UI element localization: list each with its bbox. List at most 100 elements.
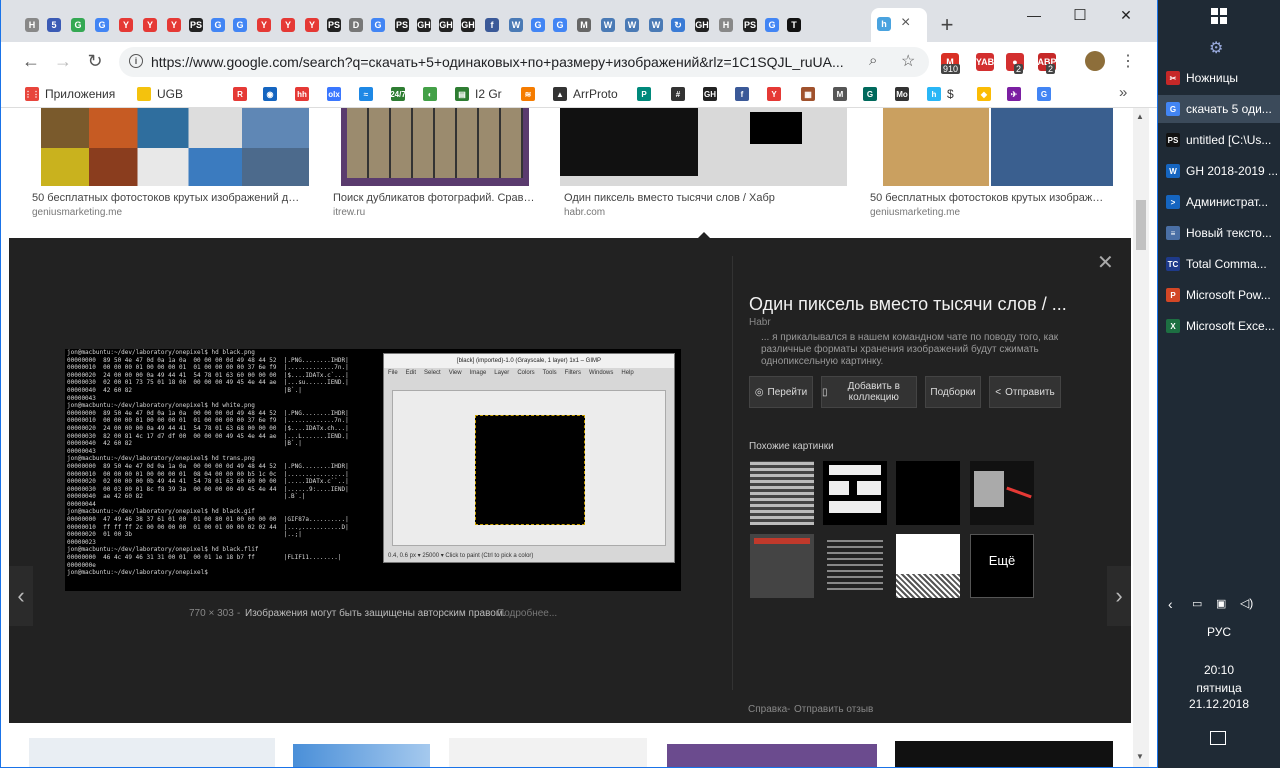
bookmark-item[interactable]: ✈: [1007, 86, 1027, 102]
visit-button[interactable]: ◎ Перейти: [749, 376, 813, 408]
bookmark-item[interactable]: ◆: [977, 86, 997, 102]
panel-title[interactable]: Один пиксель вместо тысячи слов / ...: [749, 294, 1079, 315]
similar-image[interactable]: [896, 461, 960, 525]
browser-tab[interactable]: H: [21, 14, 43, 36]
bookmark-item[interactable]: ▤ I2 Gr: [455, 86, 502, 102]
similar-image[interactable]: [750, 461, 814, 525]
browser-tab[interactable]: W: [645, 14, 667, 36]
browser-tab[interactable]: Y: [301, 14, 323, 36]
bookmark-item[interactable]: Mo: [895, 86, 915, 102]
taskbar-item[interactable]: ✂ Ножницы: [1158, 64, 1280, 92]
maximize-button[interactable]: ☐: [1069, 4, 1091, 26]
bookmark-item[interactable]: olx: [327, 86, 347, 102]
more-info-link[interactable]: Подробнее...: [497, 608, 557, 619]
info-icon[interactable]: i: [129, 54, 143, 68]
bookmark-item[interactable]: ▦: [801, 86, 821, 102]
clock-date[interactable]: 21.12.2018: [1158, 697, 1280, 711]
bookmark-item[interactable]: P: [637, 86, 657, 102]
browser-tab[interactable]: M: [573, 14, 595, 36]
browser-tab[interactable]: GH: [413, 14, 435, 36]
browser-tab[interactable]: PS: [391, 14, 413, 36]
result-thumbnail[interactable]: [449, 738, 647, 767]
result-thumbnail[interactable]: [883, 108, 1113, 186]
browser-tab[interactable]: G: [761, 14, 783, 36]
bookmark-item[interactable]: h $: [927, 86, 954, 102]
browser-tab[interactable]: G: [367, 14, 389, 36]
windows-start-icon[interactable]: [1211, 8, 1227, 24]
browser-tab[interactable]: PS: [739, 14, 761, 36]
browser-tab[interactable]: W: [505, 14, 527, 36]
result-thumbnail[interactable]: [29, 738, 275, 767]
taskbar-item[interactable]: > Администрат...: [1158, 188, 1280, 216]
bookmark-item[interactable]: UGB: [137, 86, 183, 102]
bookmark-item[interactable]: 🌡: [199, 86, 219, 102]
result-thumbnail[interactable]: [560, 108, 847, 186]
browser-tab[interactable]: W: [597, 14, 619, 36]
browser-tab[interactable]: Y: [163, 14, 185, 36]
browser-tab[interactable]: Y: [115, 14, 137, 36]
bookmark-item[interactable]: ▲ ArrProto: [553, 86, 618, 102]
similar-image[interactable]: [750, 534, 814, 598]
prev-image-button[interactable]: ‹: [9, 566, 33, 626]
browser-tab[interactable]: f: [481, 14, 503, 36]
bookmark-item[interactable]: ◉: [263, 86, 283, 102]
back-icon[interactable]: ←: [20, 50, 42, 72]
browser-tab[interactable]: G: [549, 14, 571, 36]
browser-tab[interactable]: Y: [139, 14, 161, 36]
language-indicator[interactable]: РУС: [1158, 625, 1280, 639]
close-panel-icon[interactable]: ✕: [1097, 250, 1114, 275]
browser-tab[interactable]: T: [783, 14, 805, 36]
taskbar-item[interactable]: TC Total Comma...: [1158, 250, 1280, 278]
bookmark-item[interactable]: f: [735, 86, 755, 102]
similar-image[interactable]: [970, 461, 1034, 525]
browser-tab[interactable]: D: [345, 14, 367, 36]
bookmark-item[interactable]: R: [233, 86, 253, 102]
share-button[interactable]: < Отправить: [989, 376, 1061, 408]
active-tab[interactable]: h ×: [871, 8, 927, 42]
preview-image[interactable]: jon@macbuntu:~/dev/laboratory/onepixel$ …: [65, 349, 681, 591]
result-thumbnail[interactable]: [895, 741, 1113, 767]
show-hidden-icons[interactable]: ‹: [1168, 596, 1173, 612]
bookmark-item[interactable]: 24/7: [390, 86, 411, 102]
taskbar-item[interactable]: ≡ Новый тексто...: [1158, 219, 1280, 247]
bookmark-star-icon[interactable]: ☆: [901, 51, 915, 71]
result-title[interactable]: 50 бесплатных фотостоков крутых изображе…: [870, 192, 1106, 204]
browser-tab[interactable]: Y: [253, 14, 275, 36]
browser-tab[interactable]: ↻: [667, 14, 689, 36]
browser-tab[interactable]: G: [91, 14, 113, 36]
more-similar-button[interactable]: Ещё: [970, 534, 1034, 598]
next-image-button[interactable]: ›: [1107, 566, 1131, 626]
result-title[interactable]: 50 бесплатных фотостоков крутых изображе…: [32, 192, 304, 204]
result-thumbnail[interactable]: [341, 108, 529, 186]
address-bar[interactable]: i https://www.google.com/search?q=скачат…: [119, 47, 929, 77]
extension-icon[interactable]: YAB: [976, 53, 994, 71]
browser-tab[interactable]: 5: [43, 14, 65, 36]
collections-button[interactable]: Подборки: [925, 376, 981, 408]
volume-icon[interactable]: ◁): [1240, 596, 1253, 610]
browser-tab[interactable]: G: [527, 14, 549, 36]
result-title[interactable]: Один пиксель вместо тысячи слов / Хабр: [564, 192, 844, 204]
bookmark-item[interactable]: hh: [295, 86, 315, 102]
bookmark-item[interactable]: G: [1037, 86, 1057, 102]
network-icon[interactable]: ▣: [1216, 597, 1226, 610]
url-text[interactable]: https://www.google.com/search?q=скачать+…: [151, 54, 851, 70]
browser-tab[interactable]: GH: [691, 14, 713, 36]
notifications-icon[interactable]: [1210, 731, 1226, 745]
browser-tab[interactable]: PS: [323, 14, 345, 36]
bookmark-item[interactable]: #: [671, 86, 691, 102]
add-to-collection-button[interactable]: ▯ Добавить в коллекцию: [821, 376, 917, 408]
help-link[interactable]: Справка: [748, 704, 787, 715]
feedback-link[interactable]: Отправить отзыв: [794, 704, 873, 715]
bookmark-item[interactable]: Y: [767, 86, 787, 102]
browser-tab[interactable]: GH: [435, 14, 457, 36]
browser-tab[interactable]: W: [621, 14, 643, 36]
similar-image[interactable]: [823, 461, 887, 525]
scrollbar-thumb[interactable]: [1136, 200, 1146, 250]
more-bookmarks-icon[interactable]: »: [1119, 84, 1127, 101]
similar-image[interactable]: [896, 534, 960, 598]
result-thumbnail[interactable]: [667, 744, 877, 767]
browser-tab[interactable]: G: [229, 14, 251, 36]
bookmark-item[interactable]: ≋: [521, 86, 541, 102]
result-thumbnail[interactable]: [41, 108, 309, 186]
bookmark-item[interactable]: M: [833, 86, 853, 102]
